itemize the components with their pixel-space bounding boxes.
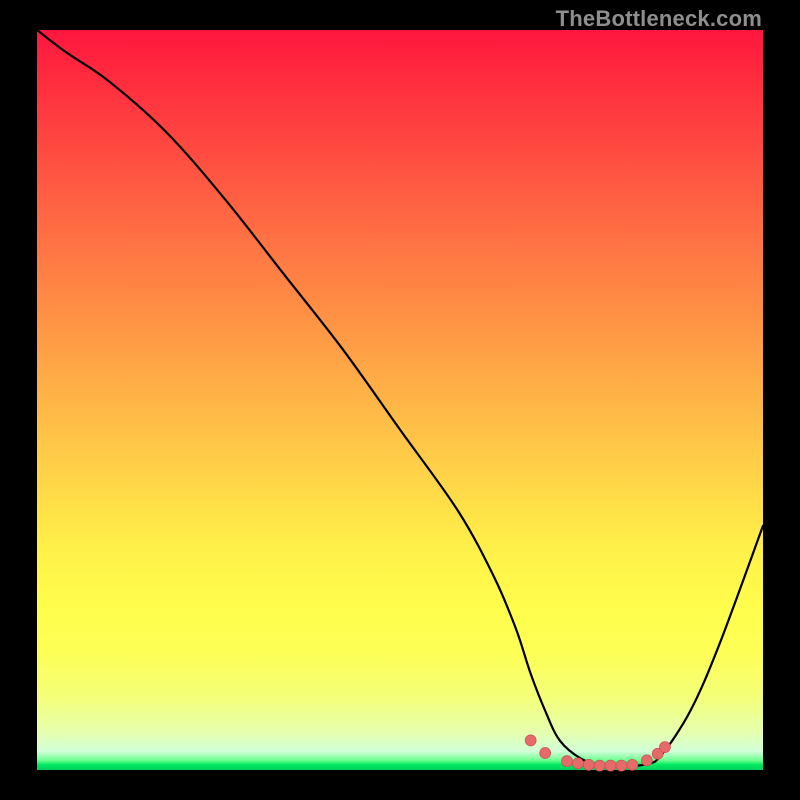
watermark-text: TheBottleneck.com (556, 6, 762, 32)
curve-layer (37, 30, 763, 770)
bottleneck-curve (37, 30, 763, 767)
valley-dots-group (525, 735, 670, 771)
valley-dot (605, 760, 616, 771)
valley-dot (572, 758, 583, 769)
valley-dot (561, 756, 572, 767)
valley-dot (594, 760, 605, 771)
valley-dot (583, 759, 594, 770)
valley-dot (540, 747, 551, 758)
chart-stage: TheBottleneck.com (0, 0, 800, 800)
valley-dot (525, 735, 536, 746)
valley-dot (659, 742, 670, 753)
valley-dot (616, 760, 627, 771)
plot-area (37, 30, 763, 770)
valley-dot (641, 755, 652, 766)
valley-dot (627, 759, 638, 770)
